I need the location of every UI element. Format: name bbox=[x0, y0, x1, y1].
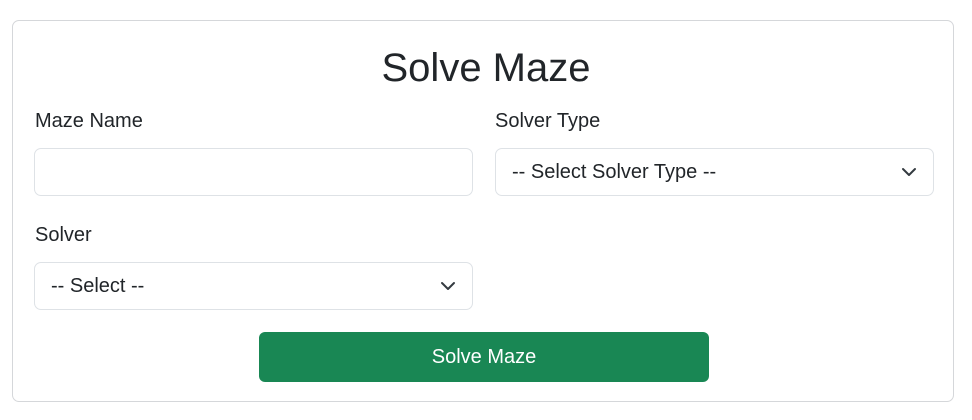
chevron-down-icon bbox=[901, 164, 917, 180]
solver-label: Solver bbox=[35, 224, 92, 246]
solver-type-select[interactable]: -- Select Solver Type -- bbox=[495, 148, 934, 196]
maze-name-label: Maze Name bbox=[35, 110, 143, 132]
solver-type-label: Solver Type bbox=[495, 110, 601, 132]
maze-name-input[interactable] bbox=[34, 148, 473, 196]
solver-type-selected-value: -- Select Solver Type -- bbox=[512, 160, 717, 183]
chevron-down-icon bbox=[440, 278, 456, 294]
solve-maze-button[interactable]: Solve Maze bbox=[259, 332, 709, 382]
solver-select[interactable]: -- Select -- bbox=[34, 262, 473, 310]
solver-selected-value: -- Select -- bbox=[51, 274, 145, 297]
page-title: Solve Maze bbox=[381, 46, 591, 90]
